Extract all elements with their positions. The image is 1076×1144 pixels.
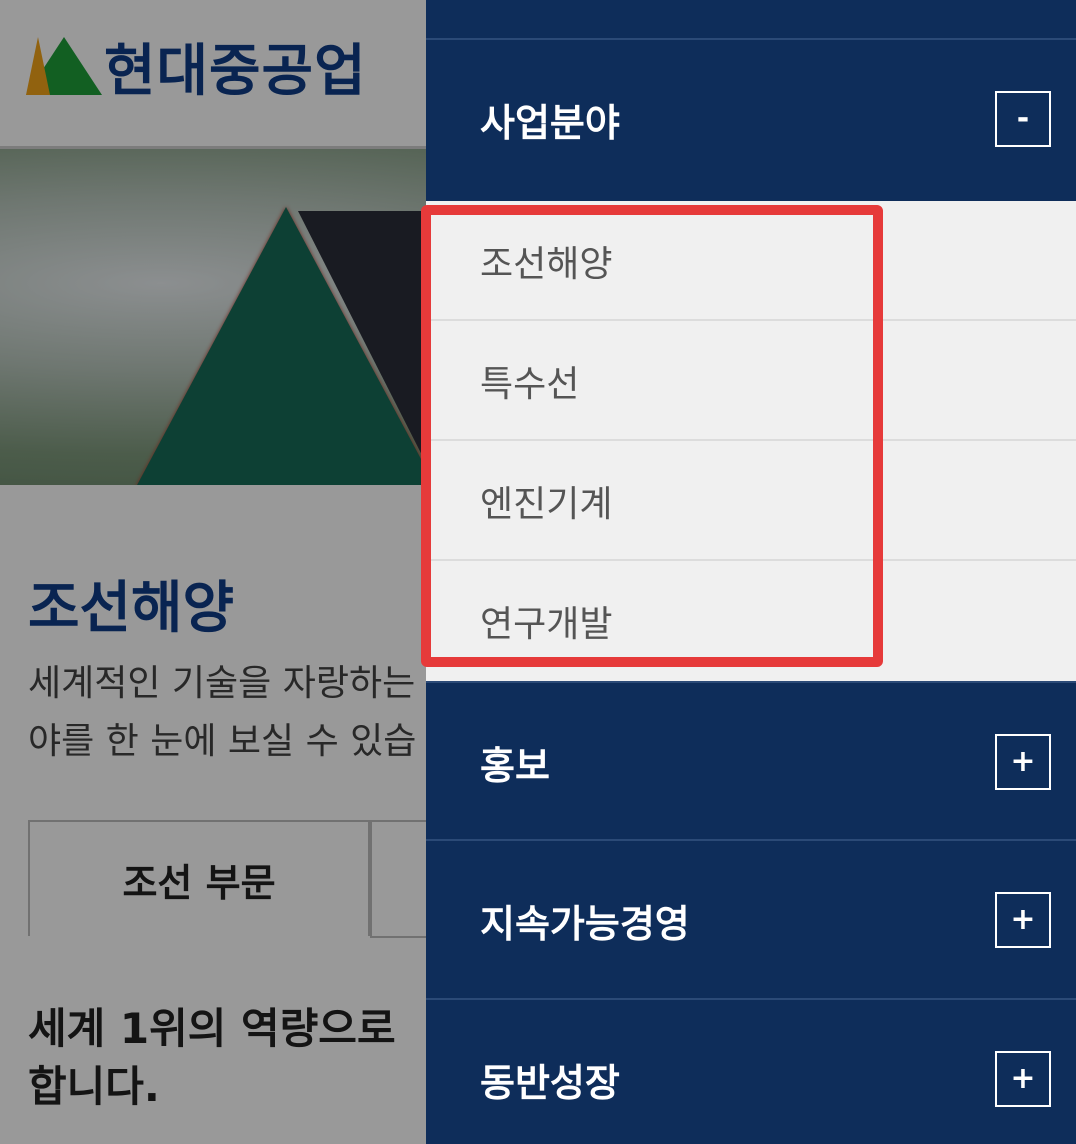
- side-menu: 사업분야 - 조선해양 특수선 엔진기계 연구개발 홍보 + 지속가능경영 + …: [426, 0, 1076, 1144]
- submenu-item-shipbuilding[interactable]: 조선해양: [426, 201, 1076, 321]
- expand-icon[interactable]: +: [995, 1051, 1051, 1107]
- menu-group-business[interactable]: 사업분야 -: [426, 38, 1076, 198]
- submenu-label: 엔진기계: [480, 484, 613, 525]
- collapse-icon[interactable]: -: [995, 91, 1051, 147]
- menu-group-shared-growth[interactable]: 동반성장 +: [426, 998, 1076, 1144]
- menu-label-pr: 홍보: [480, 743, 550, 788]
- menu-label-sustainability: 지속가능경영: [480, 901, 690, 946]
- submenu-label: 조선해양: [480, 244, 613, 285]
- submenu-label: 연구개발: [480, 604, 613, 645]
- menu-group-sustainability[interactable]: 지속가능경영 +: [426, 839, 1076, 999]
- business-submenu: 조선해양 특수선 엔진기계 연구개발: [426, 201, 1076, 681]
- expand-icon[interactable]: +: [995, 734, 1051, 790]
- submenu-item-engine-machinery[interactable]: 엔진기계: [426, 441, 1076, 561]
- submenu-item-rnd[interactable]: 연구개발: [426, 561, 1076, 681]
- menu-label-shared-growth: 동반성장: [480, 1060, 620, 1105]
- submenu-item-special-ships[interactable]: 특수선: [426, 321, 1076, 441]
- expand-icon[interactable]: +: [995, 892, 1051, 948]
- submenu-label: 특수선: [480, 364, 580, 405]
- menu-label-business: 사업분야: [480, 100, 620, 145]
- menu-group-pr[interactable]: 홍보 +: [426, 681, 1076, 841]
